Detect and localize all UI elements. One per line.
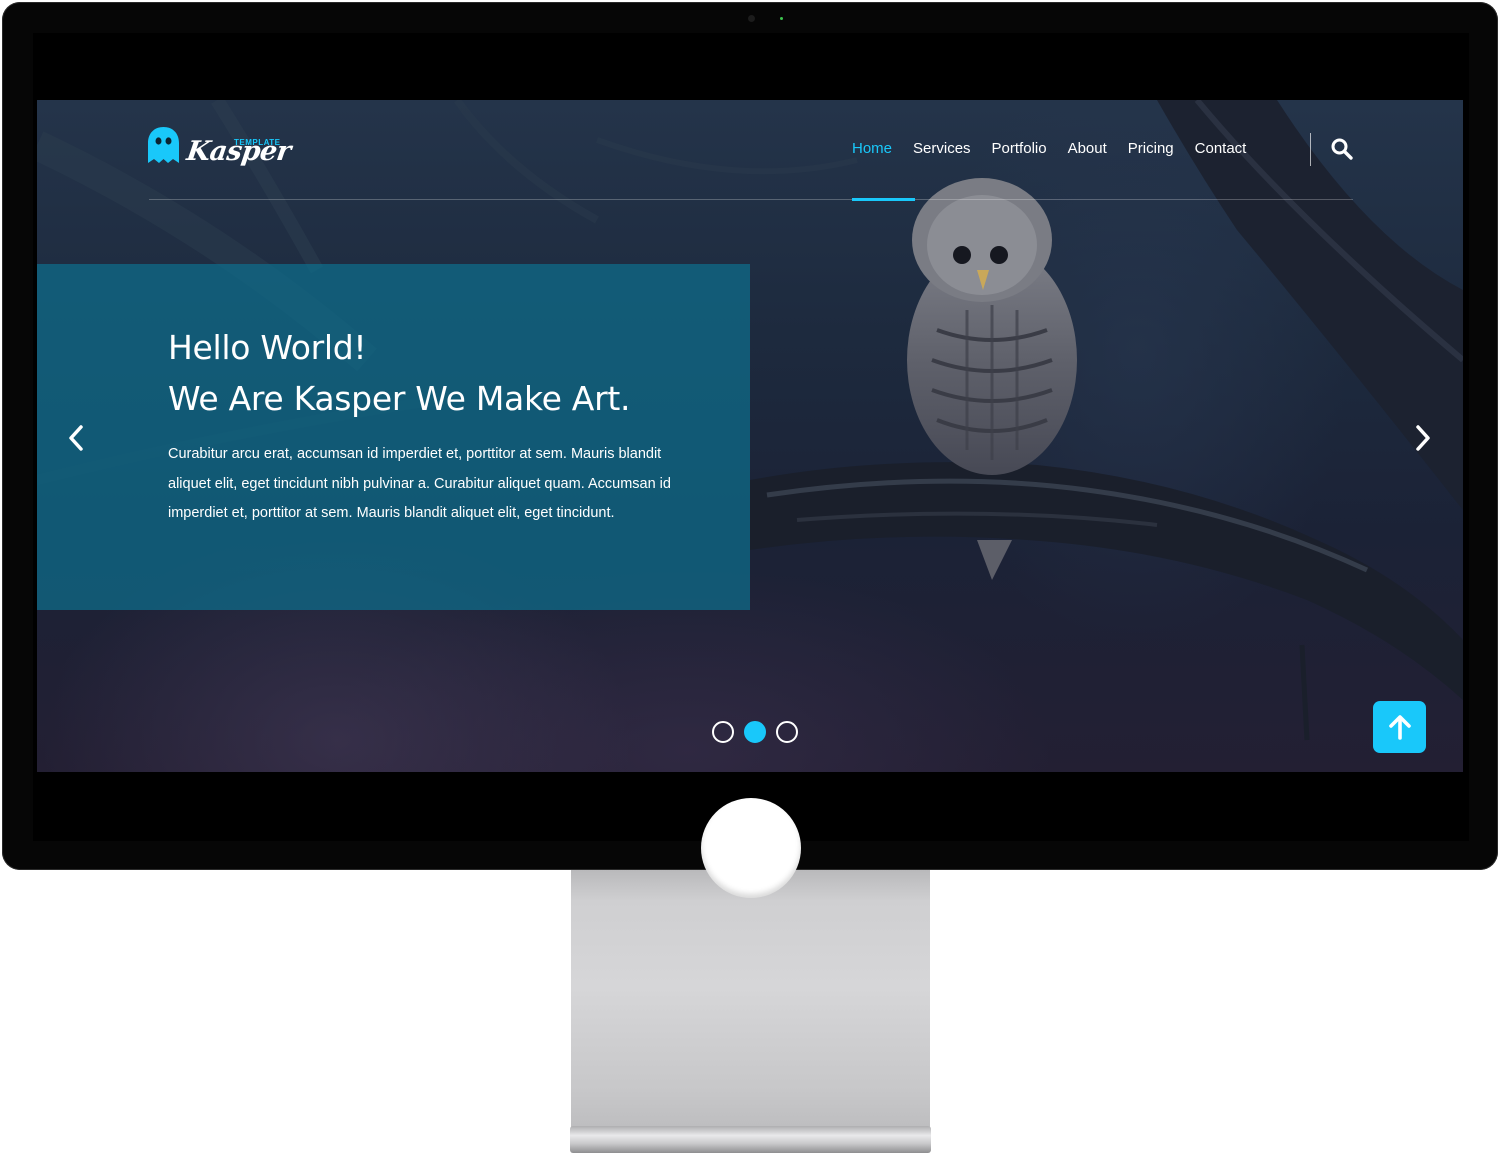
nav-item-portfolio[interactable]: Portfolio	[992, 136, 1047, 162]
nav-item-home[interactable]: Home	[852, 136, 892, 162]
slider-dot-3[interactable]	[776, 721, 798, 743]
nav-item-contact[interactable]: Contact	[1195, 136, 1247, 162]
hero-title-line2: We Are Kasper We Make Art.	[168, 379, 631, 418]
main-nav: Home Services Portfolio About Pricing Co…	[852, 136, 1267, 162]
camera	[748, 15, 755, 22]
nav-divider	[1310, 133, 1311, 166]
search-button[interactable]	[1330, 137, 1354, 161]
ghost-icon	[148, 127, 179, 163]
hero-title-line1: Hello World!	[168, 328, 367, 367]
hero-description: Curabitur arcu erat, accumsan id imperdi…	[168, 446, 671, 521]
arrow-up-icon	[1388, 715, 1411, 740]
slider-dot-1[interactable]	[712, 721, 734, 743]
nav-item-services[interactable]: Services	[913, 136, 971, 162]
monitor-stand	[571, 798, 930, 1130]
slider-next-button[interactable]	[1410, 421, 1436, 455]
slider-dot-2[interactable]	[744, 721, 766, 743]
logo-name: Kasper	[184, 136, 293, 167]
hero-title: Hello World! We Are Kasper We Make Art.	[168, 322, 630, 424]
scroll-to-top-button[interactable]	[1373, 701, 1426, 753]
nav-item-about[interactable]: About	[1068, 136, 1107, 162]
monitor-stand-foot	[570, 1126, 931, 1153]
hero-content-box	[37, 264, 750, 610]
slider-dots	[712, 721, 808, 743]
logo[interactable]: TEMPLATE Kasper	[147, 126, 293, 172]
site-header: TEMPLATE Kasper Home Services Portfolio …	[37, 100, 1463, 201]
website-screen: TEMPLATE Kasper Home Services Portfolio …	[37, 100, 1463, 772]
header-divider-line	[149, 199, 1353, 200]
chevron-left-icon	[69, 425, 83, 451]
chevron-right-icon	[1416, 425, 1430, 451]
camera-led	[780, 17, 783, 20]
slider-prev-button[interactable]	[63, 421, 89, 455]
nav-item-pricing[interactable]: Pricing	[1128, 136, 1174, 162]
stand-cable-hole	[701, 798, 801, 898]
search-icon	[1331, 138, 1353, 160]
active-nav-underline	[852, 198, 915, 201]
